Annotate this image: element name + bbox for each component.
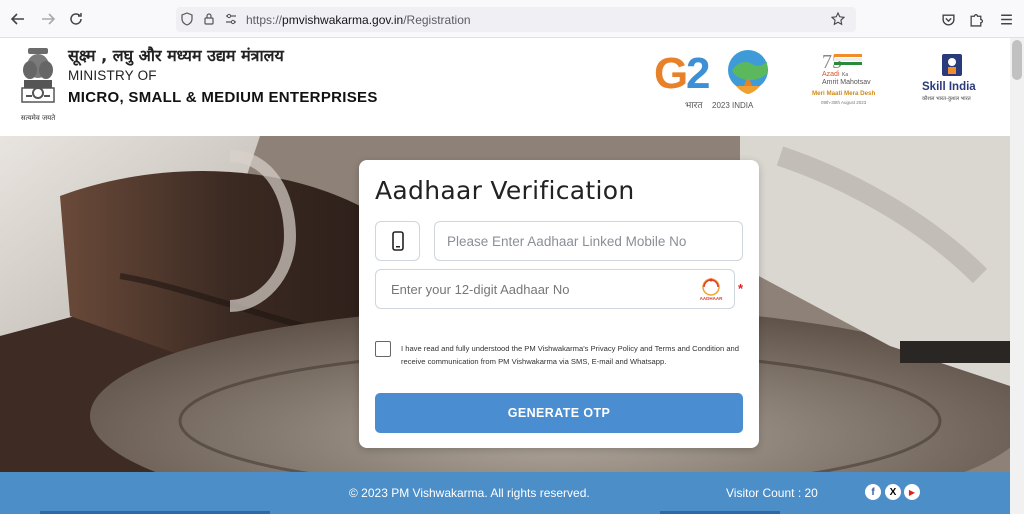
azadi-line2: Ka (842, 72, 848, 78)
x-twitter-icon[interactable]: X (885, 484, 901, 500)
emblem-motto: सत्यमेव जयते (21, 113, 56, 122)
skill-india-text: Skill India (922, 81, 976, 93)
page-scrollbar[interactable] (1010, 38, 1024, 514)
consent-checkbox[interactable] (375, 341, 391, 357)
g20-caption: 2023 INDIA (712, 101, 754, 110)
forward-button[interactable] (38, 9, 58, 29)
azadi-line3: Amrit Mahotsav (822, 79, 871, 86)
pocket-icon (941, 14, 955, 25)
azadi-tag: Meri Maati Mera Desh (812, 90, 875, 97)
copyright-text: © 2023 PM Vishwakarma. All rights reserv… (349, 486, 590, 500)
site-footer: © 2023 PM Vishwakarma. All rights reserv… (0, 472, 1010, 514)
card-title: Aadhaar Verification (375, 176, 635, 205)
svg-text:G: G (654, 49, 688, 98)
url-path: /Registration (403, 13, 471, 27)
svg-text:2: 2 (686, 49, 710, 98)
ministry-of-label: MINISTRY OF (68, 68, 157, 83)
aadhaar-logo-icon: AADHAAR (700, 278, 723, 301)
menu-button[interactable] (996, 9, 1016, 29)
reload-icon (70, 13, 82, 25)
browser-toolbar: https://pmvishwakarma.gov.in/Registratio… (0, 0, 1024, 38)
site-header: सत्यमेव जयते सूक्ष्म , लघु और मध्यम उद्य… (0, 38, 1010, 136)
url-domain: pmvishwakarma.gov.in (282, 13, 404, 27)
consent-text: I have read and fully understood the PM … (401, 344, 740, 366)
svg-text:भारत: भारत (685, 101, 703, 111)
mobile-prefix-box (375, 221, 420, 261)
lock-icon[interactable] (202, 12, 216, 26)
azadi-line1: Azadi (822, 71, 840, 78)
g20-logo: G 2 भारत 2023 INDIA (654, 49, 768, 111)
facebook-icon[interactable]: f (865, 484, 881, 500)
national-emblem-logo: सत्यमेव जयते (21, 48, 56, 122)
skill-india-logo: Skill India कौशल भारत-कुशल भारत (922, 54, 976, 102)
youtube-icon[interactable]: ▶ (904, 484, 920, 500)
reload-button[interactable] (66, 9, 86, 29)
puzzle-icon (970, 13, 983, 27)
arrow-left-icon (10, 13, 24, 25)
mobile-phone-icon (391, 231, 404, 251)
arrow-right-icon (42, 13, 56, 25)
shield-icon[interactable] (180, 12, 194, 26)
azadi-dates: 09th-30th August 2023 (821, 100, 867, 105)
address-bar[interactable]: https://pmvishwakarma.gov.in/Registratio… (176, 7, 856, 32)
back-button[interactable] (8, 9, 28, 29)
aadhaar-number-input[interactable] (375, 269, 735, 309)
url-text[interactable]: https://pmvishwakarma.gov.in/Registratio… (246, 13, 471, 27)
scrollbar-thumb[interactable] (1012, 40, 1022, 80)
required-marker: * (738, 281, 744, 296)
pocket-button[interactable] (938, 9, 958, 29)
extensions-button[interactable] (966, 9, 986, 29)
mobile-number-input[interactable] (434, 221, 743, 261)
bookmark-star-icon[interactable] (831, 12, 845, 26)
visitor-count: Visitor Count : 20 (726, 486, 818, 500)
aadhaar-logo-text: AADHAAR (700, 296, 723, 301)
url-prefix: https:// (246, 13, 283, 27)
azadi-ka-amrit-mahotsav-logo: 75 Azadi Ka Amrit Mahotsav Meri Maati Me… (812, 51, 875, 105)
aadhaar-verification-card: Aadhaar Verification AADHAAR * I have re… (359, 160, 759, 448)
site-settings-icon[interactable] (224, 12, 238, 26)
skill-india-subtext: कौशल भारत-कुशल भारत (922, 95, 972, 102)
ministry-hindi-title: सूक्ष्म , लघु और मध्यम उद्यम मंत्रालय (68, 46, 284, 65)
generate-otp-button[interactable]: GENERATE OTP (375, 393, 743, 433)
ministry-name: MICRO, SMALL & MEDIUM ENTERPRISES (68, 89, 378, 106)
hamburger-icon (1000, 13, 1012, 25)
